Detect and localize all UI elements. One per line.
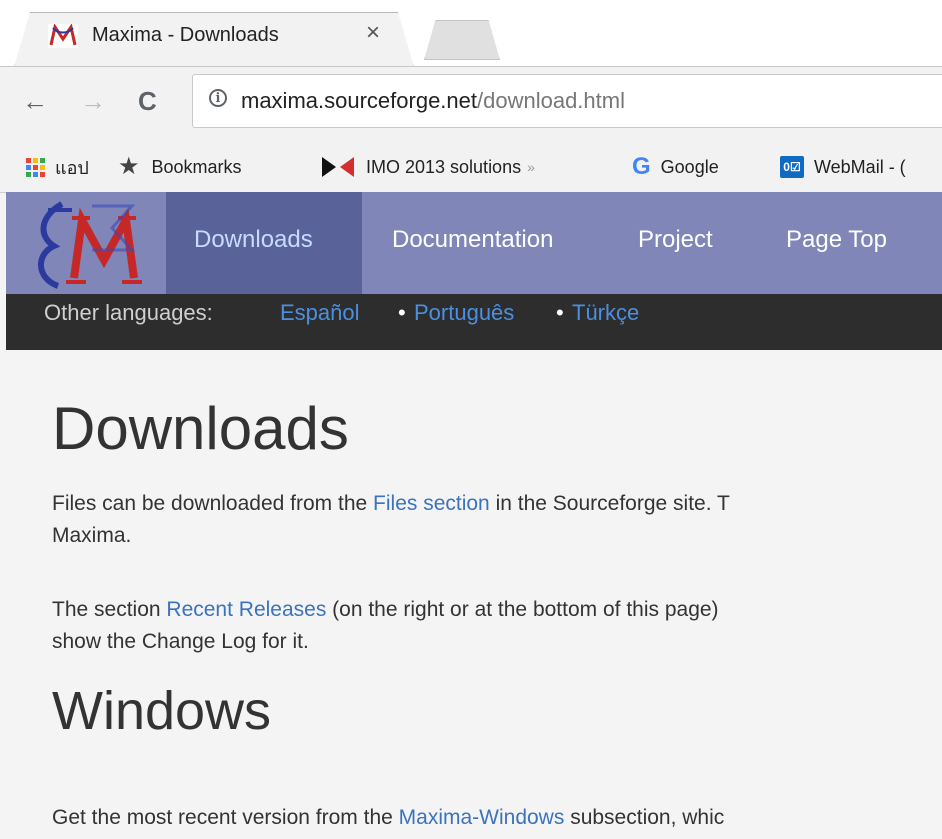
bookmark-label: Google xyxy=(660,156,719,177)
tab-close-icon[interactable]: × xyxy=(366,21,380,45)
text: in the Sourceforge site. T xyxy=(489,492,730,515)
reload-button[interactable]: C xyxy=(138,86,157,116)
lang-separator: • xyxy=(556,300,564,325)
forward-button[interactable]: → xyxy=(80,86,106,116)
site-info-icon[interactable]: i xyxy=(209,89,227,107)
apps-grid-icon xyxy=(26,157,45,177)
nav-project[interactable]: Project xyxy=(638,226,713,254)
bookmark-google[interactable]: G Google xyxy=(632,153,719,180)
text: show the Change Log for it. xyxy=(52,630,309,653)
files-section-link[interactable]: Files section xyxy=(373,492,490,515)
bookmark-bookmarks[interactable]: ★ Bookmarks xyxy=(118,154,242,180)
bookmark-label: แอป xyxy=(55,157,89,178)
text: The section xyxy=(52,598,167,621)
tab-title: Maxima - Downloads xyxy=(92,24,279,46)
nav-documentation[interactable]: Documentation xyxy=(392,226,553,254)
lang-separator: • xyxy=(398,300,406,325)
paragraph-files: Files can be downloaded from the Files s… xyxy=(52,488,730,552)
text: Maxima. xyxy=(52,524,132,547)
url-text[interactable]: maxima.sourceforge.net/download.html xyxy=(241,88,625,114)
lang-turkce[interactable]: Türkçe xyxy=(572,300,639,326)
maxima-logo-icon[interactable] xyxy=(28,198,146,290)
bookmarks-bar: แอป ★ Bookmarks IMO 2013 solutions » G G… xyxy=(0,142,942,193)
address-bar[interactable]: i maxima.sourceforge.net/download.html xyxy=(192,74,942,128)
lang-portugues[interactable]: Português xyxy=(414,300,514,326)
text: (on the right or at the bottom of this p… xyxy=(326,598,719,621)
recent-releases-link[interactable]: Recent Releases xyxy=(166,598,326,621)
lang-espanol[interactable]: Español xyxy=(280,300,360,326)
nav-page-top[interactable]: Page Top xyxy=(786,226,887,254)
back-button[interactable]: ← xyxy=(22,86,48,116)
url-path: /download.html xyxy=(477,88,625,113)
bookmark-label: WebMail - ( xyxy=(814,156,906,177)
paragraph-recent-releases: The section Recent Releases (on the righ… xyxy=(52,594,719,658)
tab-strip: Maxima - Downloads × xyxy=(0,0,942,67)
maxima-windows-link[interactable]: Maxima-Windows xyxy=(399,806,565,829)
new-tab-button[interactable] xyxy=(424,20,500,60)
other-languages-bar: Other languages: Español • Português • T… xyxy=(6,294,942,350)
bookmark-apps[interactable]: แอป xyxy=(26,154,89,180)
url-host: maxima.sourceforge.net xyxy=(241,88,477,113)
maxima-favicon-icon xyxy=(48,24,78,48)
section-heading-windows: Windows xyxy=(52,681,272,741)
paragraph-windows: Get the most recent version from the Max… xyxy=(52,802,724,834)
site-navbar: Downloads Documentation Project Page Top xyxy=(6,192,942,294)
outlook-icon: 0☑ xyxy=(780,156,804,178)
google-g-icon: G xyxy=(632,153,651,180)
imo-logo-icon xyxy=(322,157,354,177)
overflow-chevron-icon: » xyxy=(527,159,535,175)
main-content: Downloads Files can be downloaded from t… xyxy=(0,350,942,839)
bookmark-webmail[interactable]: 0☑ WebMail - ( xyxy=(780,154,906,180)
page-title: Downloads xyxy=(52,395,349,462)
text: Files can be downloaded from the xyxy=(52,492,374,515)
bookmark-label: IMO 2013 solutions xyxy=(366,156,522,177)
nav-downloads[interactable]: Downloads xyxy=(194,226,313,254)
text: subsection, whic xyxy=(564,806,725,829)
star-icon: ★ xyxy=(118,153,140,180)
other-languages-label: Other languages: xyxy=(44,300,213,325)
bookmark-label: Bookmarks xyxy=(151,156,242,177)
bookmark-imo-2013[interactable]: IMO 2013 solutions » xyxy=(322,154,535,180)
text: Get the most recent version from the xyxy=(52,806,399,829)
